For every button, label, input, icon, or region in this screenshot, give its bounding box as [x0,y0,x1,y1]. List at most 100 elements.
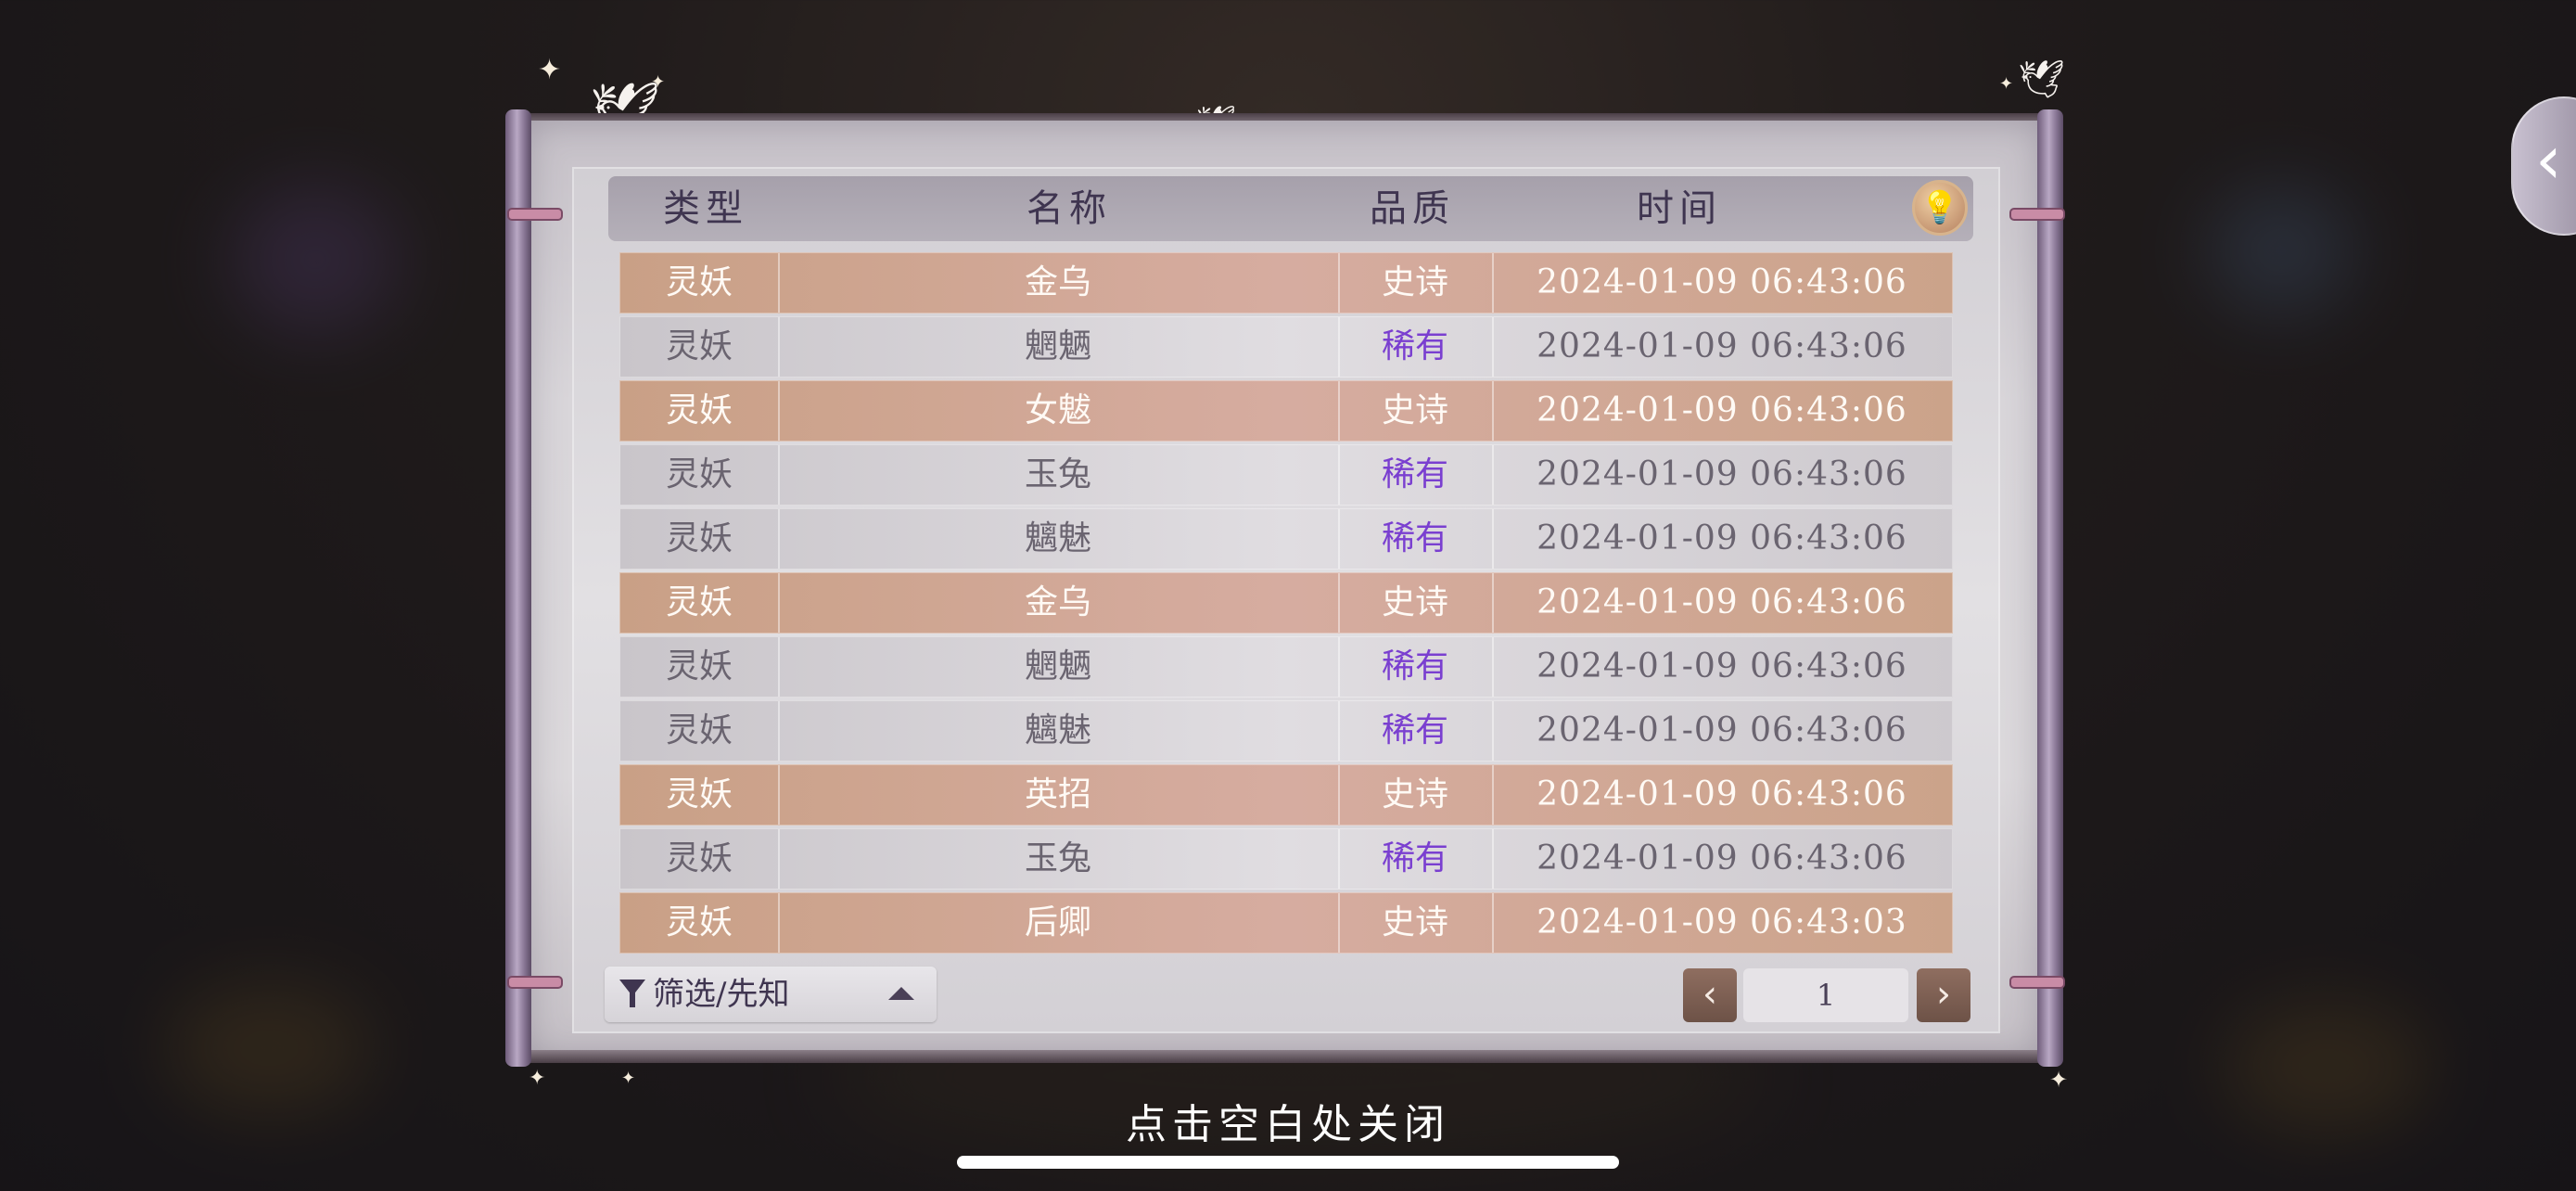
column-divider [1492,573,1494,633]
scroll-clip [507,208,563,221]
cell-quality: 稀有 [1381,839,1448,877]
column-divider [778,701,780,761]
cell-name: 魍魉 [1024,327,1091,365]
column-header-type: 类型 [663,187,748,230]
column-divider [1338,253,1340,313]
lightbulb-icon: 💡 [1919,189,1960,226]
column-divider [1492,317,1494,377]
bird-icon: 🕊 [2018,58,2065,101]
cell-type: 灵妖 [665,519,733,557]
caret-up-icon [888,987,914,1000]
cell-name: 玉兔 [1024,839,1091,877]
sparkle-icon: ✦ [621,1069,636,1088]
column-divider [1492,253,1494,313]
cell-time: 2024-01-09 06:43:06 [1537,263,1907,301]
column-divider [1338,893,1340,953]
table-row: 灵妖 后卿 史诗 2024-01-09 06:43:03 [619,892,1953,954]
column-divider [1492,637,1494,697]
scroll-rod-right [2037,109,2063,1067]
column-divider [778,445,780,505]
column-divider [778,765,780,825]
column-divider [1492,893,1494,953]
cell-type: 灵妖 [665,775,733,813]
sparkle-icon: ✦ [1999,74,2014,94]
column-divider [1338,637,1340,697]
cell-time: 2024-01-09 06:43:06 [1537,519,1907,557]
cell-name: 金乌 [1024,583,1091,621]
cell-name: 英招 [1024,775,1091,813]
table-header: 类型 名称 品质 时间 [608,176,1973,241]
cell-type: 灵妖 [665,647,733,685]
cell-quality: 史诗 [1381,903,1448,941]
cell-quality: 稀有 [1381,519,1448,557]
column-divider [1338,701,1340,761]
column-divider [1492,765,1494,825]
cell-type: 灵妖 [665,839,733,877]
column-divider [1492,445,1494,505]
filter-label: 筛选/先知 [653,976,790,1013]
cell-type: 灵妖 [665,391,733,429]
scroll-clip [507,976,563,989]
column-divider [778,893,780,953]
column-divider [1338,829,1340,889]
cell-quality: 史诗 [1381,775,1448,813]
filter-dropdown[interactable]: 筛选/先知 [605,967,937,1022]
cell-name: 金乌 [1024,263,1091,301]
cell-name: 女魃 [1024,391,1091,429]
sparkle-icon: ✦ [529,1067,546,1090]
scroll-rod-left [505,109,531,1067]
tap-to-close-hint[interactable]: 点击空白处关闭 [0,1091,2576,1150]
column-divider [778,637,780,697]
funnel-icon-stem [630,992,635,1007]
cell-type: 灵妖 [665,583,733,621]
column-divider [1338,381,1340,441]
cell-time: 2024-01-09 06:43:06 [1537,455,1907,493]
table-row: 灵妖 魍魉 稀有 2024-01-09 06:43:06 [619,636,1953,698]
table-row: 灵妖 金乌 史诗 2024-01-09 06:43:06 [619,252,1953,314]
cell-name: 魑魅 [1024,519,1091,557]
cell-time: 2024-01-09 06:43:03 [1537,903,1907,941]
column-divider [778,317,780,377]
cell-time: 2024-01-09 06:43:06 [1537,839,1907,877]
table-row: 灵妖 金乌 史诗 2024-01-09 06:43:06 [619,572,1953,634]
cell-type: 灵妖 [665,455,733,493]
column-divider [1492,381,1494,441]
page-number: 1 [1743,968,1908,1022]
cell-quality: 史诗 [1381,583,1448,621]
cell-name: 魑魅 [1024,711,1091,749]
column-divider [1492,509,1494,569]
cell-name: 后卿 [1024,903,1091,941]
column-divider [778,829,780,889]
cell-quality: 稀有 [1381,647,1448,685]
table-row: 灵妖 玉兔 稀有 2024-01-09 06:43:06 [619,828,1953,890]
table-row: 灵妖 魑魅 稀有 2024-01-09 06:43:06 [619,508,1953,570]
prev-page-button[interactable]: ‹ [1683,968,1737,1022]
cell-quality: 稀有 [1381,711,1448,749]
column-header-quality: 品质 [1370,187,1455,230]
home-indicator[interactable] [957,1156,1619,1169]
table-row: 灵妖 玉兔 稀有 2024-01-09 06:43:06 [619,444,1953,506]
cell-name: 玉兔 [1024,455,1091,493]
next-page-button[interactable]: › [1917,968,1970,1022]
table-row: 灵妖 魍魉 稀有 2024-01-09 06:43:06 [619,316,1953,378]
column-divider [778,573,780,633]
table-row: 灵妖 英招 史诗 2024-01-09 06:43:06 [619,764,1953,826]
cell-quality: 稀有 [1381,327,1448,365]
column-header-time: 时间 [1637,187,1722,230]
cell-quality: 史诗 [1381,263,1448,301]
cell-type: 灵妖 [665,327,733,365]
column-divider [1338,317,1340,377]
column-divider [1492,829,1494,889]
column-divider [778,381,780,441]
scroll-clip [2009,208,2065,221]
cell-time: 2024-01-09 06:43:06 [1537,583,1907,621]
hint-button[interactable]: 💡 [1912,180,1968,236]
column-header-name: 名称 [1027,187,1112,230]
cell-type: 灵妖 [665,903,733,941]
scroll-clip [2009,976,2065,989]
cell-quality: 史诗 [1381,391,1448,429]
table-row: 灵妖 魑魅 稀有 2024-01-09 06:43:06 [619,700,1953,762]
column-divider [1338,445,1340,505]
cell-time: 2024-01-09 06:43:06 [1537,327,1907,365]
column-divider [1338,573,1340,633]
